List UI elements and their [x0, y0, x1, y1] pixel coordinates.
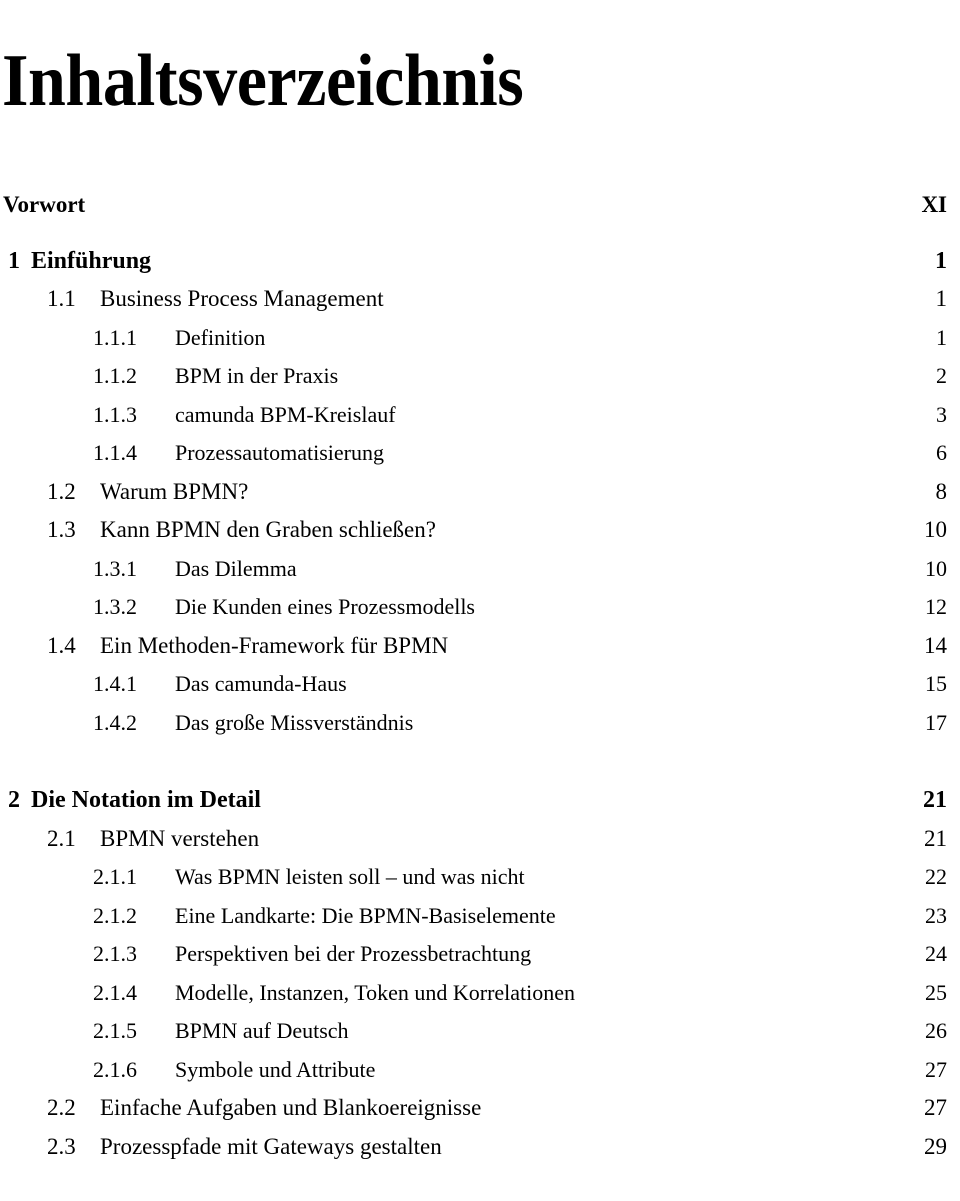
toc-entry-label: Business Process Management [100, 286, 384, 311]
toc-entry-page-number: 1 [935, 247, 947, 274]
toc-entry[interactable]: 1.3.1 Das Dilemma 10 [0, 554, 960, 593]
toc-entry-page-number: 21 [924, 825, 947, 851]
toc-entry-label: Einführung [31, 247, 152, 274]
toc-entry-page-number: 21 [923, 787, 947, 813]
toc-entry-number: 1.1.1 [93, 324, 137, 350]
toc-entry-number: 2 [8, 787, 20, 813]
toc-entry[interactable]: 1.2 Warum BPMN? 8 [0, 477, 960, 516]
toc-entry-page-number: 23 [925, 902, 947, 928]
toc-entry[interactable]: 1.1 Business Process Management 1 [0, 284, 960, 323]
toc-entry[interactable]: 1.4.1 Das camunda-Haus 15 [0, 669, 960, 708]
toc-entry[interactable]: 1.3.2 Die Kunden eines Prozessmodells 12 [0, 592, 960, 631]
toc-entry-page-number: 12 [925, 594, 947, 619]
toc-entry-number: 1.3 [47, 517, 76, 542]
toc-entry-page-number: 15 [925, 671, 947, 696]
toc-entry-number: 2.1.1 [93, 864, 137, 889]
toc-entry-number: 1.1 [47, 286, 76, 311]
toc-entry-label: Das große Missverständnis [175, 709, 414, 735]
toc-entry[interactable]: 2.1.3 Perspektiven bei der Prozessbetrach… [0, 939, 960, 978]
toc-entry-number: 2.1.3 [93, 941, 137, 966]
toc-entry-label: BPMN verstehen [100, 825, 260, 851]
toc-entry-label: Das Dilemma [175, 555, 297, 581]
toc-entry[interactable]: 1.1.1 Definition 1 [0, 323, 960, 362]
toc-entry[interactable]: Vorwort XI [0, 190, 960, 229]
toc-entry[interactable]: 1.1.4 Prozessautomatisierung 6 [0, 438, 960, 477]
toc-entry-label: Das camunda-Haus [175, 671, 347, 696]
toc-entry-label: Prozesspfade mit Gateways gestalten [100, 1133, 442, 1159]
toc-entry-number: 1.4.2 [93, 709, 137, 735]
toc-entry-label: Warum BPMN? [100, 478, 249, 504]
page-title: Inhaltsverzeichnis [2, 39, 524, 122]
toc-entry[interactable]: 2.1 BPMN verstehen 21 [0, 824, 960, 863]
toc-entry-page-number: 3 [936, 401, 947, 427]
toc-entry-label: Die Kunden eines Prozessmodells [175, 594, 475, 619]
toc-entry-number: 1.3.1 [93, 555, 137, 581]
toc-entry-label: Einfache Aufgaben und Blankoereignisse [100, 1095, 482, 1120]
toc-entry-label: Kann BPMN den Graben schließen? [100, 517, 436, 542]
toc-entry[interactable]: 2.1.1 Was BPMN leisten soll – und was nic… [0, 862, 960, 901]
toc-entry-number: 1.4 [47, 632, 76, 658]
toc-entry-number: 2.3 [47, 1133, 76, 1159]
toc-entry-number: 1.1.3 [93, 401, 137, 427]
toc-entry-number: 1.3.2 [93, 594, 137, 619]
toc-entry-page-number: 1 [936, 324, 947, 350]
toc-entry-page-number: 1 [935, 286, 948, 311]
toc-entry[interactable]: 1.4 Ein Methoden-Framework für BPMN 14 [0, 631, 960, 670]
toc-entry-label: Vorwort [3, 192, 86, 217]
toc-entry-page-number: 27 [924, 1095, 947, 1120]
toc-entry-label: Symbole und Attribute [175, 1056, 376, 1082]
toc-entry[interactable]: 2.1.2 Eine Landkarte: Die BPMN-Basiseleme… [0, 901, 960, 940]
toc-entry[interactable]: 2.3 Prozesspfade mit Gateways gestalten 29 [0, 1132, 960, 1171]
toc-entry-label: Eine Landkarte: Die BPMN-Basiselemente [175, 902, 556, 928]
toc-entry[interactable]: 2.2 Einfache Aufgaben und Blankoereigniss… [0, 1093, 960, 1132]
toc-entry-label: BPM in der Praxis [175, 363, 339, 388]
toc-entry-page-number: 22 [925, 864, 947, 889]
toc-entry[interactable]: 2 Die Notation im Detail 21 [0, 785, 960, 824]
toc-entry[interactable]: 2.1.4 Modelle, Instanzen, Token und Korre… [0, 978, 960, 1017]
toc-entry-label: Die Notation im Detail [31, 787, 261, 813]
toc-entry-page-number: 27 [925, 1056, 947, 1082]
toc-entry-label: BPMN auf Deutsch [175, 1018, 349, 1043]
toc-entry[interactable]: 2.1.5 BPMN auf Deutsch 26 [0, 1016, 960, 1055]
toc-entry-label: camunda BPM-Kreislauf [175, 401, 396, 427]
toc-entry-page-number: 17 [925, 709, 947, 735]
toc-entry[interactable]: 1 Einführung 1 [0, 246, 960, 285]
toc-entry-number: 2.1.4 [93, 979, 137, 1005]
toc-entry-number: 2.1.6 [93, 1056, 137, 1082]
toc-entry-label: Was BPMN leisten soll – und was nicht [175, 864, 525, 889]
toc-page: Inhaltsverzeichnis Vorwort XI 1 Einführung 1… [0, 0, 960, 1201]
toc-entry[interactable]: 1.4.2 Das große Missverständnis 17 [0, 708, 960, 747]
toc-entry-page-number: XI [921, 192, 947, 217]
toc-entry-label: Prozessautomatisierung [175, 440, 384, 465]
toc-entry-number: 2.1.5 [93, 1018, 137, 1043]
toc-entry-page-number: 26 [925, 1018, 947, 1043]
toc-entry-number: 1.2 [47, 478, 76, 504]
toc-entry-page-number: 10 [924, 517, 947, 542]
toc-entry-page-number: 24 [925, 941, 947, 966]
toc-entry-label: Modelle, Instanzen, Token und Korrelatio… [175, 979, 576, 1005]
toc-entry-page-number: 6 [936, 440, 947, 465]
toc-entry-number: 2.1 [47, 825, 76, 851]
toc-entry-label: Definition [175, 324, 266, 350]
toc-entry[interactable]: 1.3 Kann BPMN den Graben schließen? 10 [0, 515, 960, 554]
toc-entry[interactable]: 2.1.6 Symbole und Attribute 27 [0, 1055, 960, 1094]
toc-entry-number: 2.2 [47, 1095, 76, 1120]
toc-entry[interactable]: 1.1.3 camunda BPM-Kreislauf 3 [0, 400, 960, 439]
toc-entry-number: 1 [8, 247, 20, 274]
toc-entry-page-number: 29 [924, 1133, 947, 1159]
toc-entry-number: 2.1.2 [93, 902, 137, 928]
toc-entry-number: 1.1.2 [93, 363, 137, 388]
toc-entry-label: Ein Methoden-Framework für BPMN [100, 632, 449, 658]
toc-entry[interactable]: 1.1.2 BPM in der Praxis 2 [0, 361, 960, 400]
toc-entry-page-number: 10 [925, 555, 947, 581]
toc-entry-list: Vorwort XI 1 Einführung 1 1.1 Business Process… [0, 190, 960, 1170]
toc-entry-number: 1.4.1 [93, 671, 137, 696]
toc-entry-number: 1.1.4 [93, 440, 137, 465]
toc-entry-page-number: 2 [936, 363, 947, 388]
toc-entry-page-number: 14 [924, 632, 947, 658]
toc-entry-page-number: 25 [925, 979, 947, 1005]
toc-entry-page-number: 8 [935, 478, 948, 504]
toc-entry-label: Perspektiven bei der Prozessbetrachtung [175, 941, 532, 966]
